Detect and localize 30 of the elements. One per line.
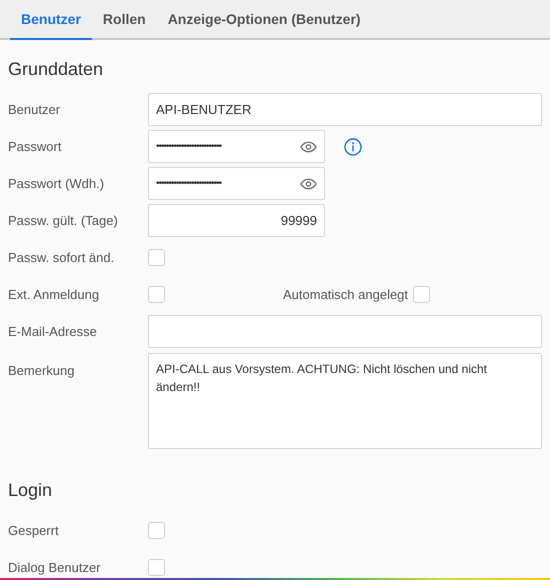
- field-label: Ext. Anmeldung: [8, 286, 100, 304]
- eye-icon[interactable]: [300, 178, 317, 190]
- remark-field[interactable]: API-CALL aus Vorsystem. ACHTUNG: Nicht löschen und nicht ändern!!: [148, 353, 542, 449]
- password-field[interactable]: ••••••••••••••••••••••••••: [148, 130, 325, 163]
- checkbox[interactable]: [148, 522, 165, 539]
- tab[interactable]: Anzeige-Optionen (Benutzer): [156, 9, 372, 40]
- field-label: Passw. gült. (Tage): [8, 212, 119, 230]
- tab[interactable]: Benutzer: [10, 9, 92, 40]
- field-label: Bemerkung: [8, 362, 76, 380]
- section-heading: Grunddaten: [7, 58, 104, 81]
- field-label: Passwort: [8, 138, 62, 156]
- field-label: Benutzer: [8, 100, 62, 119]
- field-label: Gesperrt: [8, 522, 60, 540]
- password-field[interactable]: ••••••••••••••••••••••••••: [148, 167, 325, 200]
- field-label: Automatisch angelegt: [283, 286, 410, 304]
- field-label: Passwort (Wdh.): [8, 174, 106, 193]
- text-field[interactable]: [148, 315, 542, 348]
- field-label: Passw. sofort änd.: [8, 248, 116, 267]
- eye-icon[interactable]: [300, 140, 317, 152]
- section-heading: Login: [7, 479, 54, 502]
- info-icon[interactable]: [344, 138, 362, 156]
- field-label: Dialog Benutzer: [8, 558, 102, 577]
- checkbox[interactable]: [413, 286, 430, 303]
- field-label: E-Mail-Adresse: [8, 322, 98, 341]
- checkbox[interactable]: [148, 559, 165, 576]
- checkbox[interactable]: [148, 249, 165, 266]
- tab[interactable]: Rollen: [92, 9, 157, 40]
- checkbox[interactable]: [148, 286, 165, 303]
- number-field[interactable]: 99999: [148, 204, 325, 237]
- text-field[interactable]: API-BENUTZER: [148, 93, 542, 126]
